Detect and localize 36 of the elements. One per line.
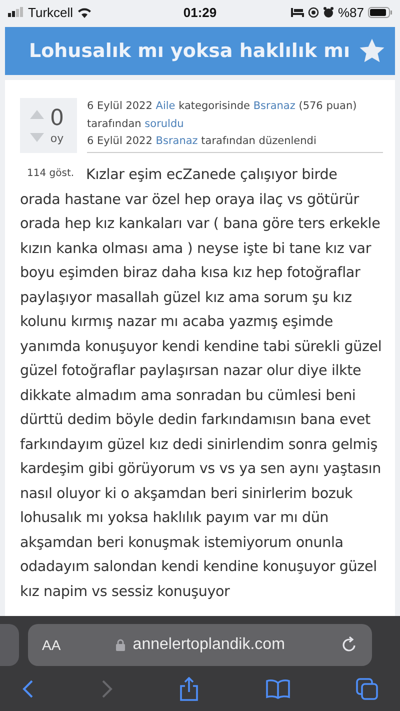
asked-link[interactable]: soruldu	[144, 118, 184, 130]
carrier-name: Turkcell	[28, 4, 74, 20]
alarm-icon	[322, 6, 334, 18]
user-link[interactable]: Bsranaz	[253, 100, 296, 112]
battery-icon	[368, 6, 392, 18]
share-icon[interactable]	[179, 676, 199, 700]
text-size-button[interactable]: AA	[42, 637, 61, 653]
bed-icon	[290, 8, 304, 16]
vote-label: oy	[50, 132, 64, 145]
reload-icon[interactable]	[340, 636, 358, 654]
battery-percent: %87	[338, 4, 364, 20]
clock-time: 01:29	[183, 4, 217, 20]
user-link[interactable]: Bsranaz	[156, 135, 198, 147]
forward-icon[interactable]	[100, 678, 112, 698]
wifi-icon	[77, 6, 92, 18]
view-count: 114 göst.	[27, 167, 74, 181]
tabs-icon[interactable]	[356, 678, 378, 700]
meta-text: 6 Eylül 2022	[87, 135, 152, 147]
points-text: (576 puan)	[298, 100, 357, 112]
address-bar[interactable]: AA annelertoplandik.com	[28, 624, 372, 666]
meta-text: kategorisinde	[178, 100, 250, 112]
lock-icon	[116, 639, 125, 651]
question-title: Lohusalık mı yoksa haklılık mı	[29, 40, 350, 62]
meta-text: tarafından	[87, 118, 142, 130]
vote-count: 0	[50, 106, 64, 132]
question-body-line: Kızlar eşim ecZanede çalışıyor birde	[86, 166, 338, 185]
question-body: orada hastane var özel hep oraya ilaç vs götürür orada hep kız kankaları var ( bana göre ters erkekle kızın kanka olması ama ) neyse işte bi tane kız var boyu eşimden biraz daha kısa kız hep fotoğraflar paylaşıyor masallah güzel kız ama sorum şu kız kolunu kırmış nazar mı acaba yazmış eşimde yanımda konuşuyor kendi kendine tabi sürekli güzel güzel fotoğraflar paylaşırsan nazar olur diye ilkte dikkate almadım ama sonradan bu cümlesi beni dürttü dedim böyle dedin farkındamısın bana evet farkındayım güzel kız dedi sinirlendim sonra gelmiş kardeşim gibi görüyorum vs vs ya sen aynı yaştasın nasıl oluyor ki o akşamdan beri sinirlerim bozuk lohusalık mı yoksa haklılık payım var mı dün akşamdan beri konuşmak istemiyorum onunla odadayım salondan kendi kendine konuşuyor güzel kız napim vs sessiz konuşuyor	[20, 190, 383, 602]
meta-text: tarafından düzenlendi	[201, 135, 316, 147]
star-icon[interactable]	[358, 37, 386, 65]
meta-text: 6 Eylül 2022	[87, 100, 152, 112]
category-link[interactable]: Aile	[156, 100, 176, 112]
lock-rotation-icon	[308, 6, 319, 18]
url-text: annelertoplandik.com	[132, 636, 285, 654]
back-icon[interactable]	[22, 678, 34, 698]
signal-icon	[8, 7, 24, 17]
bookmarks-icon[interactable]	[266, 678, 290, 698]
